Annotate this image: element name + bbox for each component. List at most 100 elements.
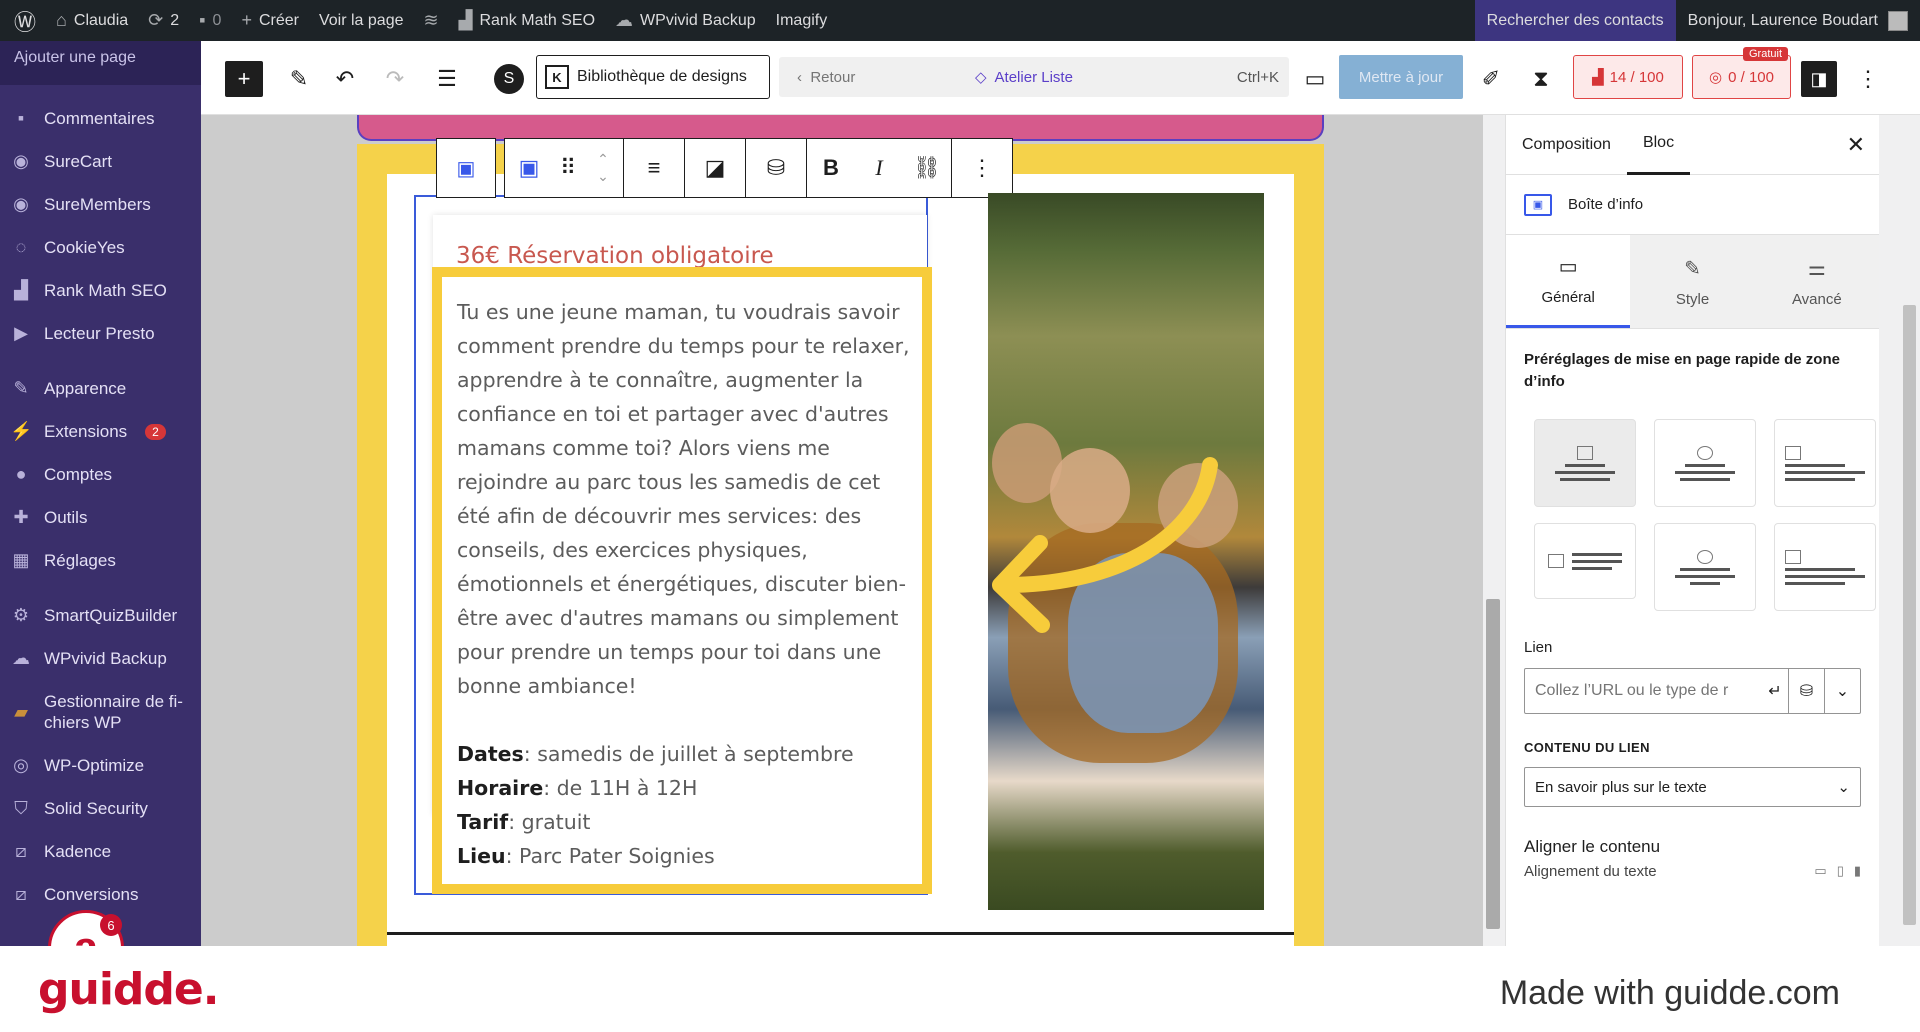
align-group: ≡ xyxy=(624,138,685,198)
sidebar-item-smartquiz[interactable]: ⚙ SmartQuizBuilder xyxy=(0,594,201,637)
settings-panel-toggle[interactable]: ◨ xyxy=(1801,61,1837,97)
italic-icon[interactable]: I xyxy=(855,139,903,197)
bold-icon[interactable]: B xyxy=(807,139,855,197)
sidebar-item-solid-security[interactable]: ⛉ Solid Security xyxy=(0,787,201,830)
redo-button[interactable]: ↷ xyxy=(377,61,413,97)
move-up-down-icon[interactable]: ⌃ ⌄ xyxy=(583,139,623,197)
chevron-down-icon[interactable]: ⌄ xyxy=(1824,669,1860,713)
update-button[interactable]: Mettre à jour xyxy=(1339,55,1463,99)
command-bar[interactable]: ‹ Retour ◇ Atelier Liste Ctrl+K xyxy=(779,57,1289,97)
text-align-row: Alignement du texte ▭ ▯ ▮ xyxy=(1524,863,1861,880)
sidebar-item-cookieyes[interactable]: ◌ CookieYes xyxy=(0,226,201,269)
sidebar-item-comptes[interactable]: ● Comptes xyxy=(0,453,201,496)
comments-link[interactable]: ▪ 0 xyxy=(189,0,231,41)
sidebar-item-presto[interactable]: ▶ Lecteur Presto xyxy=(0,312,201,355)
preview-device-icon[interactable]: ▭ xyxy=(1297,61,1333,97)
content-score-button[interactable]: ◎ 0 / 100 xyxy=(1692,55,1791,99)
preset-top-center[interactable] xyxy=(1534,419,1636,507)
tab-bloc[interactable]: Bloc xyxy=(1626,115,1691,175)
sidebar-item-reglages[interactable]: ▦ Réglages xyxy=(0,539,201,582)
tab-composition[interactable]: Composition xyxy=(1506,115,1627,175)
sidebar-item-extensions[interactable]: ⚡ Extensions 2 xyxy=(0,410,201,453)
resize-icon[interactable]: ◪ xyxy=(685,139,745,197)
sidebar-item-surecart[interactable]: ◉ SureCart xyxy=(0,140,201,183)
database-icon[interactable]: ⛁ xyxy=(1788,669,1824,713)
link-url-input[interactable]: Collez l’URL ou le type de r xyxy=(1525,669,1762,713)
sidebar-item-kadence[interactable]: ⧄ Kadence xyxy=(0,830,201,873)
link-field: Collez l’URL ou le type de r ↵ ⛁ ⌄ xyxy=(1524,668,1861,714)
search-contacts-link[interactable]: Rechercher des contacts xyxy=(1474,0,1676,41)
sidebar-item-suremembers[interactable]: ◉ SureMembers xyxy=(0,183,201,226)
tab-general[interactable]: ▭ Général xyxy=(1506,235,1631,328)
preset-small-left[interactable] xyxy=(1774,523,1876,611)
canvas-scroll-thumb[interactable] xyxy=(1486,599,1500,929)
sidebar-item-file-manager[interactable]: ▰ Gestionnaire de fi- chiers WP xyxy=(0,680,201,744)
align-left-icon[interactable]: ≡ xyxy=(624,139,684,197)
tablet-icon[interactable]: ▯ xyxy=(1837,863,1844,880)
undo-button[interactable]: ↶ xyxy=(327,61,363,97)
back-link[interactable]: ‹ Retour xyxy=(779,69,855,86)
view-page-link[interactable]: Voir la page xyxy=(309,0,414,41)
sidebar-item-wpvivid[interactable]: ☁ WPvivid Backup xyxy=(0,637,201,680)
preset-circle-center[interactable] xyxy=(1654,523,1756,611)
sidebar-item-outils[interactable]: ✚ Outils xyxy=(0,496,201,539)
sidebar-item-wp-optimize[interactable]: ◎ WP-Optimize xyxy=(0,744,201,787)
annotation-arrow-icon xyxy=(992,457,1218,633)
info-box-text[interactable]: Tu es une jeune maman, tu voudrais savoi… xyxy=(432,267,932,894)
detail-lieu[interactable]: Lieu: Parc Pater Soignies xyxy=(457,839,922,873)
edit-notes-icon[interactable]: ✐ xyxy=(1473,61,1509,97)
wordpress-logo-icon[interactable]: Ⓦ xyxy=(0,0,46,41)
seo-score-button[interactable]: ▟ 14 / 100 xyxy=(1573,55,1683,99)
add-block-button[interactable]: + xyxy=(225,61,263,97)
stack-icon[interactable]: ≋ xyxy=(414,0,449,41)
detail-dates[interactable]: Dates: samedis de juillet à septembre xyxy=(457,737,922,771)
preset-line xyxy=(1785,470,1865,474)
add-page-link[interactable]: Ajouter une page xyxy=(0,41,201,85)
design-library-button[interactable]: K Bibliothèque de designs xyxy=(536,55,770,99)
sidebar-item-apparence[interactable]: ✎ Apparence xyxy=(0,367,201,410)
enter-icon[interactable]: ↵ xyxy=(1762,669,1788,713)
updates-link[interactable]: ⟳ 2 xyxy=(138,0,189,41)
panel-scroll-thumb[interactable] xyxy=(1903,305,1916,925)
preset-circle-top[interactable] xyxy=(1654,419,1756,507)
document-title[interactable]: ◇ Atelier Liste xyxy=(975,68,1073,87)
info-box-title[interactable]: 36€ Réservation obligatoire xyxy=(456,243,774,269)
image-placeholder-icon xyxy=(1697,549,1713,564)
device-switcher: ▭ ▯ ▮ xyxy=(1814,863,1861,880)
drag-handle-icon[interactable]: ⠿ xyxy=(553,139,583,197)
close-icon[interactable]: ✕ xyxy=(1847,132,1865,158)
site-name-link[interactable]: ⌂ Claudia xyxy=(46,0,138,41)
document-overview-button[interactable]: ☰ xyxy=(429,61,465,97)
tab-style[interactable]: ✎ Style xyxy=(1630,235,1754,328)
spectra-logo-icon[interactable]: S xyxy=(491,61,527,97)
canvas-scrollbar[interactable] xyxy=(1483,115,1505,946)
desktop-icon[interactable]: ▭ xyxy=(1814,863,1826,880)
database-icon[interactable]: ⛁ xyxy=(746,139,806,197)
preset-top-left[interactable] xyxy=(1774,419,1876,507)
edit-tool-button[interactable]: ✎ xyxy=(281,61,317,97)
editor-toolbar: + ✎ ↶ ↷ ☰ S K Bibliothèque de designs ‹ R… xyxy=(201,41,1920,115)
link-icon[interactable]: ⛓ xyxy=(903,139,951,197)
preset-line xyxy=(1785,463,1845,467)
sidebar-item-rankmath[interactable]: ▟ Rank Math SEO xyxy=(0,269,201,312)
rank-math-link[interactable]: ▟ Rank Math SEO xyxy=(449,0,605,41)
more-options-icon[interactable]: ⋮ xyxy=(952,139,1012,197)
mobile-icon[interactable]: ▮ xyxy=(1854,863,1861,880)
imagify-link[interactable]: Imagify xyxy=(766,0,838,41)
detail-tarif[interactable]: Tarif: gratuit xyxy=(457,805,922,839)
link-content-select[interactable]: En savoir plus sur le texte ⌄ xyxy=(1524,767,1861,807)
info-box-body[interactable]: Tu es une jeune maman, tu voudrais savoi… xyxy=(457,295,912,703)
create-menu[interactable]: + Créer xyxy=(231,0,309,41)
tab-avance[interactable]: ⚌ Avancé xyxy=(1755,235,1879,328)
sidebar-item-commentaires[interactable]: ▪ Commentaires xyxy=(0,97,201,140)
more-options-icon[interactable]: ⋮ xyxy=(1853,61,1883,97)
detail-horaire[interactable]: Horaire: de 11H à 12H xyxy=(457,771,922,805)
infobox-block-icon[interactable]: ▣ xyxy=(505,139,553,197)
wpvivid-link[interactable]: ☁ WPvivid Backup xyxy=(605,0,766,41)
panel-scrollbar[interactable] xyxy=(1899,115,1920,946)
user-menu[interactable]: Bonjour, Laurence Boudart xyxy=(1676,10,1920,31)
sidebar-item-conversions[interactable]: ⧄ Conversions xyxy=(0,873,201,916)
kadence-toolbar-icon[interactable]: ⧗ xyxy=(1523,61,1559,97)
select-parent-icon[interactable]: ▣ xyxy=(442,139,490,197)
preset-left-image[interactable] xyxy=(1534,523,1636,599)
